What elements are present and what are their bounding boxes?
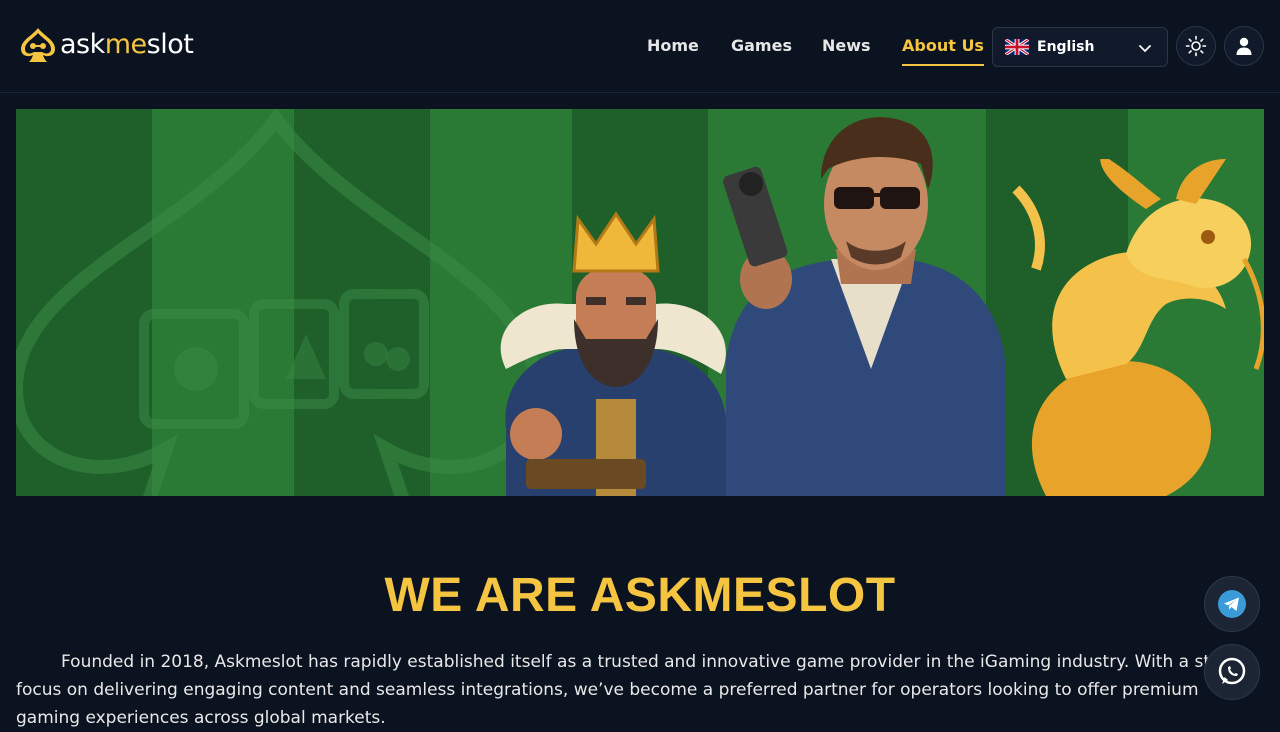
golden-dragon-image [1012,159,1264,496]
brand-name-me: me [104,29,147,60]
theme-toggle-button[interactable] [1176,26,1216,66]
telegram-icon [1218,590,1246,618]
nav-games[interactable]: Games [731,30,792,62]
brand-logo[interactable]: askmeslot [18,24,194,66]
chevron-down-icon [1139,45,1151,53]
hero-banner [16,109,1264,496]
account-button[interactable] [1224,26,1264,66]
uk-flag-icon [1005,39,1029,55]
brand-name: askmeslot [60,24,194,66]
user-icon [1236,37,1252,55]
site-header: askmeslot Home Games News About Us Engli… [0,0,1280,93]
nav-news[interactable]: News [822,30,871,62]
page-title: WE ARE ASKMESLOT [384,569,896,622]
nav-about-us[interactable]: About Us [902,30,984,66]
spade-logo-icon [21,28,55,62]
brand-name-ask: ask [60,29,105,60]
language-select[interactable]: English [992,27,1168,67]
nav-home[interactable]: Home [647,30,699,62]
brand-name-slot: slot [146,29,194,60]
whatsapp-button[interactable] [1204,644,1260,700]
sun-icon [1185,35,1207,57]
language-label: English [1037,39,1095,55]
telegram-button[interactable] [1204,576,1260,632]
whatsapp-icon [1218,657,1246,685]
gunman-character-image [723,117,1006,496]
intro-paragraph: Founded in 2018, Askmeslot has rapidly e… [16,652,1249,728]
